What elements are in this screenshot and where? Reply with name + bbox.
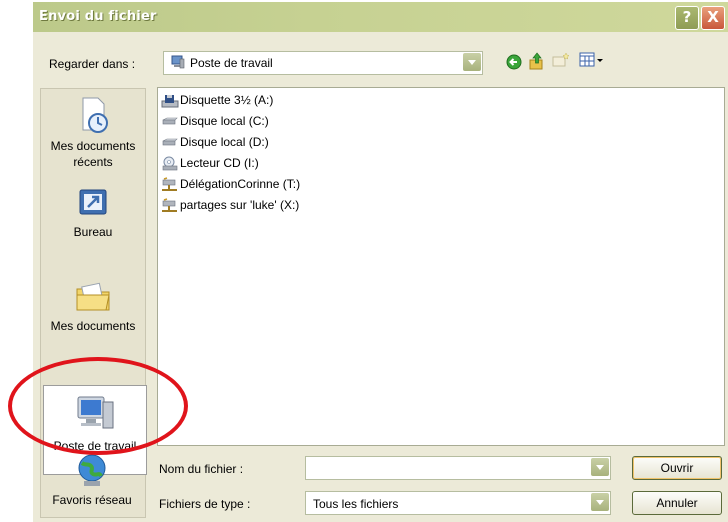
network-drive-icon [162, 198, 177, 212]
list-item[interactable]: Lecteur CD (I:) [161, 153, 259, 173]
my-computer-icon [171, 55, 185, 72]
list-item[interactable]: DélégationCorinne (T:) [161, 174, 300, 194]
views-menu-icon[interactable] [579, 52, 605, 71]
network-places-icon [72, 454, 112, 492]
place-recent-documents[interactable]: Mes documents récents [41, 95, 145, 170]
cancel-button[interactable]: Annuler [632, 491, 722, 515]
close-button[interactable]: X [701, 6, 725, 30]
new-folder-icon[interactable] [551, 52, 571, 71]
help-button[interactable]: ? [675, 6, 699, 30]
place-label: Mes documents récents [50, 139, 136, 169]
file-type-select[interactable]: Tous les fichiers [305, 491, 611, 515]
place-label: Favoris réseau [52, 493, 132, 507]
hard-drive-icon [162, 117, 178, 125]
desktop-icon [74, 189, 112, 224]
file-name-label: Nom du fichier : [159, 462, 244, 476]
list-item-label: Disque local (D:) [180, 135, 269, 149]
up-folder-icon[interactable] [528, 51, 546, 74]
cd-drive-icon [162, 156, 178, 171]
place-label: Bureau [73, 225, 113, 239]
open-button[interactable]: Ouvrir [632, 456, 722, 480]
chevron-down-icon[interactable] [463, 53, 481, 71]
file-list[interactable]: Disquette 3½ (A:) Disque local (C:) Disq… [157, 87, 725, 446]
file-type-label: Fichiers de type : [159, 497, 251, 511]
list-item-label: partages sur 'luke' (X:) [180, 198, 300, 212]
window-title: Envoi du fichier [39, 9, 157, 24]
title-bar[interactable]: Envoi du fichier ? X [33, 2, 728, 32]
floppy-drive-icon [161, 94, 179, 108]
place-desktop[interactable]: Bureau [41, 187, 145, 240]
network-drive-icon [162, 177, 177, 191]
highlight-circle [8, 357, 188, 455]
chevron-down-icon[interactable] [591, 493, 609, 511]
file-type-value: Tous les fichiers [313, 497, 399, 511]
look-in-label: Regarder dans : [49, 57, 136, 71]
list-item-label: Disque local (C:) [180, 114, 269, 128]
place-network[interactable]: Favoris réseau [40, 453, 144, 508]
list-item[interactable]: partages sur 'luke' (X:) [161, 195, 299, 215]
list-item[interactable]: Disque local (C:) [161, 111, 269, 131]
my-documents-icon [73, 282, 113, 318]
recent-documents-icon [74, 97, 112, 138]
look-in-value: Poste de travail [190, 56, 273, 70]
look-in-dropdown[interactable]: Poste de travail [163, 51, 483, 75]
chevron-down-icon[interactable] [591, 458, 609, 476]
list-item-label: Disquette 3½ (A:) [180, 93, 274, 107]
hard-drive-icon [162, 138, 178, 146]
list-item[interactable]: Disque local (D:) [161, 132, 269, 152]
list-item-label: Lecteur CD (I:) [180, 156, 259, 170]
back-arrow-icon[interactable] [506, 54, 522, 73]
list-item-label: DélégationCorinne (T:) [180, 177, 301, 191]
list-item[interactable]: Disquette 3½ (A:) [161, 90, 273, 110]
place-label: Mes documents [50, 319, 136, 333]
place-my-documents[interactable]: Mes documents [41, 275, 145, 334]
file-name-input[interactable] [305, 456, 611, 480]
